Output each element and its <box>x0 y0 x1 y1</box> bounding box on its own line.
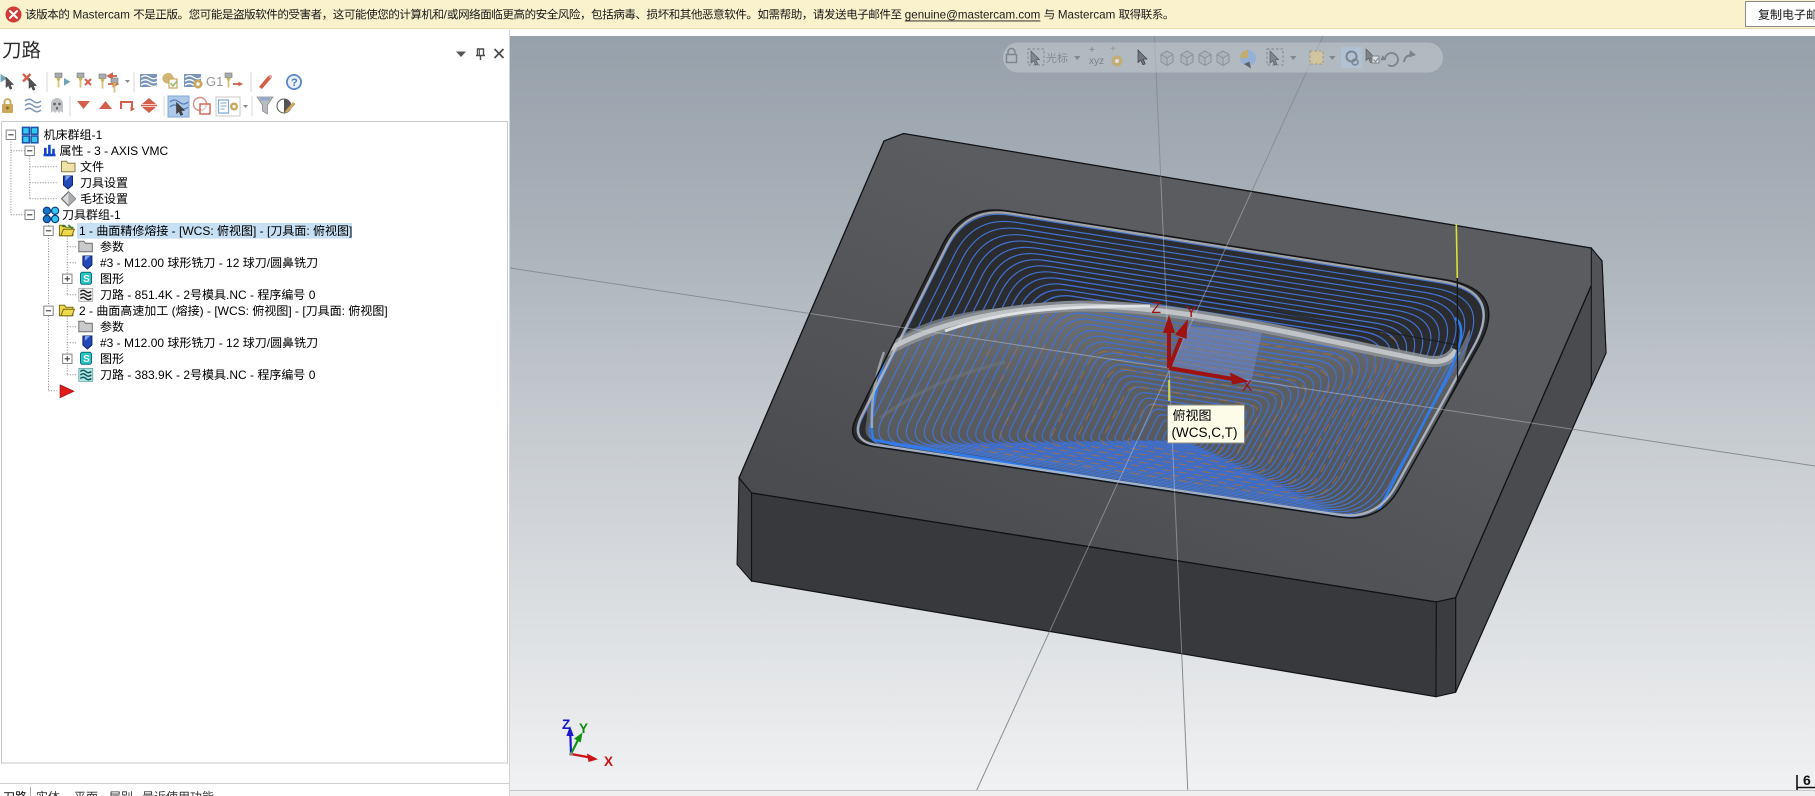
svg-text:] - [: ] - [ <box>288 304 306 318</box>
svg-text:X: X <box>604 754 613 769</box>
svg-text:- [WCS:: - [WCS: <box>168 224 217 238</box>
svg-text:(: ( <box>168 304 175 318</box>
svg-text:Mastercam: Mastercam <box>1054 9 1118 22</box>
svg-text:Z: Z <box>562 717 570 732</box>
svg-text:?: ? <box>291 77 298 89</box>
svg-text::: : <box>342 304 349 318</box>
svg-text:) - [WCS:: ) - [WCS: <box>200 304 253 318</box>
svg-text:- 12: - 12 <box>215 256 242 270</box>
svg-text:G1: G1 <box>206 74 223 89</box>
svg-text:- 3 - AXIS VMC: - 3 - AXIS VMC <box>84 144 169 158</box>
svg-text:+: + <box>1089 45 1095 56</box>
svg-text:Z: Z <box>1152 300 1161 317</box>
svg-text:- 383.9K - 2: - 383.9K - 2 <box>124 368 190 382</box>
svg-text:- 851.4K - 2: - 851.4K - 2 <box>124 288 190 302</box>
svg-text:+: + <box>1110 44 1116 55</box>
svg-text:.NC -: .NC - <box>226 288 257 302</box>
svg-text:- 12: - 12 <box>215 336 242 350</box>
svg-text:Y: Y <box>579 721 588 736</box>
svg-text:/: / <box>443 9 447 22</box>
svg-text:.NC -: .NC - <box>226 368 257 382</box>
svg-text:]: ] <box>349 224 352 238</box>
svg-text:-1: -1 <box>110 208 121 222</box>
svg-text:0: 0 <box>305 368 315 382</box>
svg-text:-1: -1 <box>92 128 103 142</box>
svg-text:S: S <box>83 274 90 285</box>
svg-text:Y: Y <box>1186 304 1196 321</box>
svg-text:6: 6 <box>1803 772 1811 788</box>
svg-text:#3 - M12.00: #3 - M12.00 <box>100 256 167 270</box>
svg-text:S: S <box>83 354 90 365</box>
svg-text:0: 0 <box>305 288 315 302</box>
svg-text:Mastercam: Mastercam <box>69 9 133 22</box>
svg-text:]: ] <box>384 304 387 318</box>
svg-text:xyz: xyz <box>1089 56 1104 67</box>
svg-text:(WCS,C,T): (WCS,C,T) <box>1172 425 1238 440</box>
svg-text::: : <box>306 224 313 238</box>
svg-text:genuine@mastercam.com: genuine@mastercam.com <box>904 9 1040 22</box>
svg-text:X: X <box>1242 378 1253 395</box>
svg-text:#3 - M12.00: #3 - M12.00 <box>100 336 167 350</box>
svg-text:] - [: ] - [ <box>253 224 271 238</box>
svg-text:2 -: 2 - <box>79 304 96 318</box>
svg-text:1 -: 1 - <box>79 224 96 238</box>
